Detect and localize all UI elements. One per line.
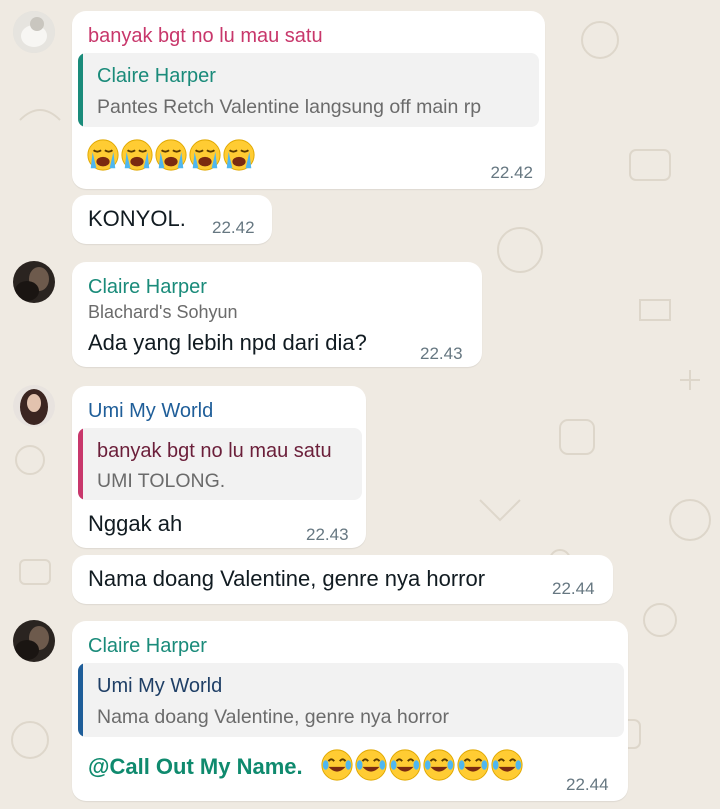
message-bubble[interactable]: KONYOL. 22.42	[72, 195, 272, 244]
timestamp: 22.44	[552, 579, 595, 598]
quoted-sender: Claire Harper	[97, 65, 216, 87]
sender-subtitle: Blachard's Sohyun	[88, 302, 238, 322]
face-with-tears-of-joy-icon	[389, 749, 421, 781]
loudly-crying-face-icon	[87, 139, 119, 171]
message-text: KONYOL.	[88, 206, 186, 231]
quoted-message[interactable]: Claire Harper Pantes Retch Valentine lan…	[78, 53, 539, 127]
message-text: Ada yang lebih npd dari dia?	[88, 330, 367, 355]
quoted-text: Nama doang Valentine, genre nya horror	[97, 706, 449, 728]
loudly-crying-face-icon	[189, 139, 221, 171]
message-bubble[interactable]: Umi My World banyak bgt no lu mau satu U…	[72, 386, 366, 548]
emoji-row	[86, 138, 256, 172]
avatar[interactable]	[13, 11, 55, 53]
avatar-photo-icon	[13, 11, 55, 53]
quote-bar	[78, 53, 83, 127]
loudly-crying-face-icon	[155, 139, 187, 171]
message-text: Nama doang Valentine, genre nya horror	[88, 566, 486, 591]
avatar-photo-icon	[13, 385, 55, 427]
quote-bar	[78, 663, 83, 737]
emoji-row	[320, 748, 524, 782]
message-bubble[interactable]: Claire Harper Blachard's Sohyun Ada yang…	[72, 262, 482, 367]
timestamp: 22.44	[566, 775, 609, 794]
quote-bar	[78, 428, 83, 500]
loudly-crying-face-icon	[223, 139, 255, 171]
avatar[interactable]	[13, 620, 55, 662]
face-with-tears-of-joy-icon	[321, 749, 353, 781]
face-with-tears-of-joy-icon	[423, 749, 455, 781]
message-bubble[interactable]: banyak bgt no lu mau satu Claire Harper …	[72, 11, 545, 189]
timestamp: 22.42	[490, 163, 533, 182]
message-text: Nggak ah	[88, 511, 183, 536]
quoted-message[interactable]: banyak bgt no lu mau satu UMI TOLONG.	[78, 428, 362, 500]
quoted-message[interactable]: Umi My World Nama doang Valentine, genre…	[78, 663, 624, 737]
face-with-tears-of-joy-icon	[457, 749, 489, 781]
quoted-sender: Umi My World	[97, 675, 223, 697]
quoted-text: Pantes Retch Valentine langsung off main…	[97, 96, 482, 118]
timestamp: 22.42	[212, 218, 255, 237]
sender-name: Claire Harper	[88, 635, 207, 657]
avatar[interactable]	[13, 261, 55, 303]
avatar[interactable]	[13, 385, 55, 427]
message-bubble[interactable]: Claire Harper Umi My World Nama doang Va…	[72, 621, 628, 801]
face-with-tears-of-joy-icon	[355, 749, 387, 781]
loudly-crying-face-icon	[121, 139, 153, 171]
message-bubble[interactable]: Nama doang Valentine, genre nya horror 2…	[72, 555, 613, 604]
timestamp: 22.43	[420, 344, 463, 363]
avatar-photo-icon	[13, 620, 55, 662]
timestamp: 22.43	[306, 525, 349, 544]
quoted-sender: banyak bgt no lu mau satu	[97, 440, 332, 462]
sender-name: banyak bgt no lu mau satu	[88, 25, 323, 47]
sender-name: Umi My World	[88, 400, 214, 422]
face-with-tears-of-joy-icon	[491, 749, 523, 781]
quoted-text: UMI TOLONG.	[97, 470, 226, 492]
mention-link[interactable]: @Call Out My Name.	[88, 754, 303, 780]
avatar-photo-icon	[13, 261, 55, 303]
sender-name: Claire Harper	[88, 276, 207, 298]
